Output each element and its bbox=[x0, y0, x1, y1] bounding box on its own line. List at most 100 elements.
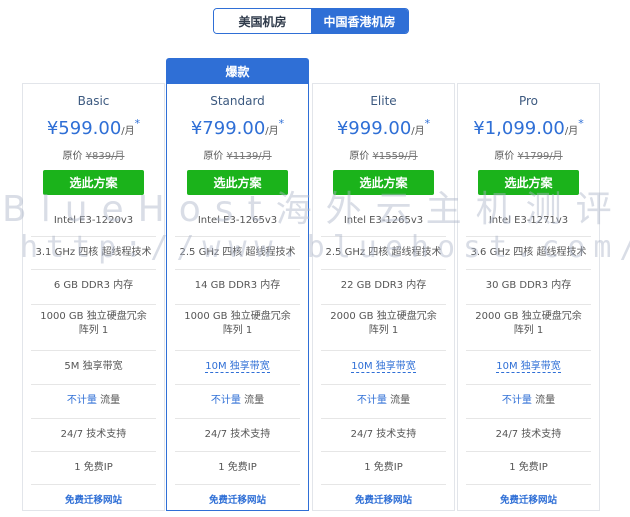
feature-row-freq: 3.6 GHz 四核 超线程技术 bbox=[466, 236, 591, 266]
original-price: 原价 ¥839/月 bbox=[23, 147, 164, 162]
feature-bw: 5M 独享带宽 bbox=[64, 361, 123, 372]
feature-migrate[interactable]: 免费迁移网站 bbox=[355, 495, 412, 506]
ip-free: 1 免费 bbox=[509, 462, 539, 473]
original-price-label: 原价 bbox=[203, 151, 224, 162]
feature-row-disk: 2000 GB 独立硬盘冗余 阵列 1 bbox=[321, 304, 446, 344]
disk-line1: 2000 GB 独立硬盘冗余 bbox=[475, 311, 582, 322]
price-value: 599.00 bbox=[58, 118, 122, 139]
ip-label: IP bbox=[538, 462, 548, 473]
traffic-unmetered: 不计量 bbox=[501, 395, 532, 406]
feature-row-support: 24/7 技术支持 bbox=[321, 418, 446, 448]
ip-label: IP bbox=[247, 462, 257, 473]
feature-freq: 3.1 GHz 四核 超线程技术 bbox=[35, 247, 152, 258]
feature-row-ip: 1 免费IP bbox=[321, 451, 446, 481]
feature-row-support: 24/7 技术支持 bbox=[31, 418, 156, 448]
feature-migrate[interactable]: 免费迁移网站 bbox=[209, 495, 266, 506]
feature-ram: 14 GB DDR3 内存 bbox=[194, 280, 281, 291]
plan-name: Pro bbox=[518, 94, 539, 108]
feature-row-bw: 5M 独享带宽 bbox=[31, 350, 156, 380]
plan-card-standard: Standard ¥799.00/月* 原价 ¥1139/月 选此方案 Intel E3… bbox=[166, 84, 309, 511]
ip-free: 1 免费 bbox=[218, 462, 248, 473]
disk-line1: 1000 GB 独立硬盘冗余 bbox=[40, 311, 147, 322]
feature-cpu: Intel E3-1271v3 bbox=[488, 215, 569, 226]
feature-freq: 3.6 GHz 四核 超线程技术 bbox=[470, 247, 587, 258]
plan-name: Elite bbox=[370, 94, 397, 108]
feature-freq: 2.5 GHz 四核 超线程技术 bbox=[325, 247, 442, 258]
currency-symbol: ¥ bbox=[46, 118, 59, 139]
feature-freq: 2.5 GHz 四核 超线程技术 bbox=[179, 247, 296, 258]
ip-free: 1 免费 bbox=[364, 462, 394, 473]
currency-symbol: ¥ bbox=[473, 118, 485, 139]
traffic-label: 流量 bbox=[386, 395, 411, 406]
tab-hk-datacenter[interactable]: 中国香港机房 bbox=[311, 9, 408, 33]
feature-support: 24/7 技术支持 bbox=[495, 429, 562, 440]
price-asterisk: * bbox=[424, 117, 431, 130]
feature-row-traffic: 不计量 流量 bbox=[175, 384, 300, 414]
price-asterisk: * bbox=[278, 117, 285, 130]
feature-row-traffic: 不计量 流量 bbox=[321, 384, 446, 414]
price-unit: /月 bbox=[265, 126, 279, 137]
bandwidth-link[interactable]: 10M 独享带宽 bbox=[205, 361, 270, 373]
bandwidth-link[interactable]: 10M 独享带宽 bbox=[496, 361, 561, 373]
feature-row-disk: 1000 GB 独立硬盘冗余 阵列 1 bbox=[31, 304, 156, 344]
price-value: 999.00 bbox=[348, 118, 412, 139]
feature-row-ram: 30 GB DDR3 内存 bbox=[466, 269, 591, 299]
feature-row-ip: 1 免费IP bbox=[466, 451, 591, 481]
bandwidth-link[interactable]: 10M 独享带宽 bbox=[351, 361, 416, 373]
disk-line2: 阵列 1 bbox=[222, 325, 253, 336]
currency-symbol: ¥ bbox=[190, 118, 203, 139]
hot-badge: 爆款 bbox=[166, 58, 309, 84]
select-plan-button[interactable]: 选此方案 bbox=[333, 170, 434, 195]
traffic-label: 流量 bbox=[531, 395, 556, 406]
plan-name: Basic bbox=[77, 94, 110, 108]
feature-row-disk: 1000 GB 独立硬盘冗余 阵列 1 bbox=[175, 304, 300, 344]
feature-row-support: 24/7 技术支持 bbox=[466, 418, 591, 448]
feature-row-migrate: 免费迁移网站 bbox=[175, 484, 300, 508]
ip-label: IP bbox=[393, 462, 403, 473]
disk-line1: 2000 GB 独立硬盘冗余 bbox=[330, 311, 437, 322]
feature-ram: 22 GB DDR3 内存 bbox=[340, 280, 427, 291]
feature-row-support: 24/7 技术支持 bbox=[175, 418, 300, 448]
original-price: 原价 ¥1799/月 bbox=[458, 147, 599, 162]
feature-row-ip: 1 免费IP bbox=[175, 451, 300, 481]
feature-row-disk: 2000 GB 独立硬盘冗余 阵列 1 bbox=[466, 304, 591, 344]
original-price-label: 原价 bbox=[494, 151, 515, 162]
feature-row-ram: 22 GB DDR3 内存 bbox=[321, 269, 446, 299]
feature-cpu: Intel E3-1265v3 bbox=[343, 215, 424, 226]
feature-ram: 30 GB DDR3 内存 bbox=[485, 280, 572, 291]
feature-cpu: Intel E3-1220v3 bbox=[53, 215, 134, 226]
select-plan-button[interactable]: 选此方案 bbox=[187, 170, 288, 195]
plan-card-basic: Basic ¥599.00/月* 原价 ¥839/月 选此方案 Intel E3-122… bbox=[22, 83, 165, 511]
feature-migrate[interactable]: 免费迁移网站 bbox=[65, 495, 122, 506]
feature-row-cpu: Intel E3-1220v3 bbox=[31, 210, 156, 232]
price-value: 1,099.00 bbox=[484, 118, 565, 139]
datacenter-tabs: 美国机房 中国香港机房 bbox=[213, 8, 409, 34]
feature-row-bw: 10M 独享带宽 bbox=[466, 350, 591, 380]
traffic-unmetered: 不计量 bbox=[356, 395, 387, 406]
feature-row-freq: 3.1 GHz 四核 超线程技术 bbox=[31, 236, 156, 266]
feature-row-cpu: Intel E3-1271v3 bbox=[466, 210, 591, 232]
currency-symbol: ¥ bbox=[336, 118, 349, 139]
disk-line2: 阵列 1 bbox=[78, 325, 109, 336]
original-price-value: ¥839/月 bbox=[85, 151, 125, 162]
price-unit: /月 bbox=[564, 126, 579, 137]
feature-row-migrate: 免费迁移网站 bbox=[31, 484, 156, 508]
price-unit: /月 bbox=[411, 126, 425, 137]
select-plan-button[interactable]: 选此方案 bbox=[43, 170, 144, 195]
traffic-unmetered: 不计量 bbox=[66, 395, 97, 406]
feature-row-cpu: Intel E3-1265v3 bbox=[321, 210, 446, 232]
price-asterisk: * bbox=[578, 117, 584, 130]
plan-price: ¥999.00/月* bbox=[313, 117, 454, 139]
price-unit: /月 bbox=[121, 126, 135, 137]
tab-us-datacenter[interactable]: 美国机房 bbox=[214, 9, 311, 33]
feature-migrate[interactable]: 免费迁移网站 bbox=[500, 495, 557, 506]
disk-line2: 阵列 1 bbox=[513, 325, 544, 336]
disk-line1: 1000 GB 独立硬盘冗余 bbox=[184, 311, 291, 322]
original-price: 原价 ¥1139/月 bbox=[167, 147, 308, 162]
feature-row-traffic: 不计量 流量 bbox=[466, 384, 591, 414]
ip-label: IP bbox=[103, 462, 113, 473]
feature-row-ram: 6 GB DDR3 内存 bbox=[31, 269, 156, 299]
traffic-label: 流量 bbox=[96, 395, 121, 406]
select-plan-button[interactable]: 选此方案 bbox=[478, 170, 579, 195]
original-price-value: ¥1139/月 bbox=[226, 151, 272, 162]
